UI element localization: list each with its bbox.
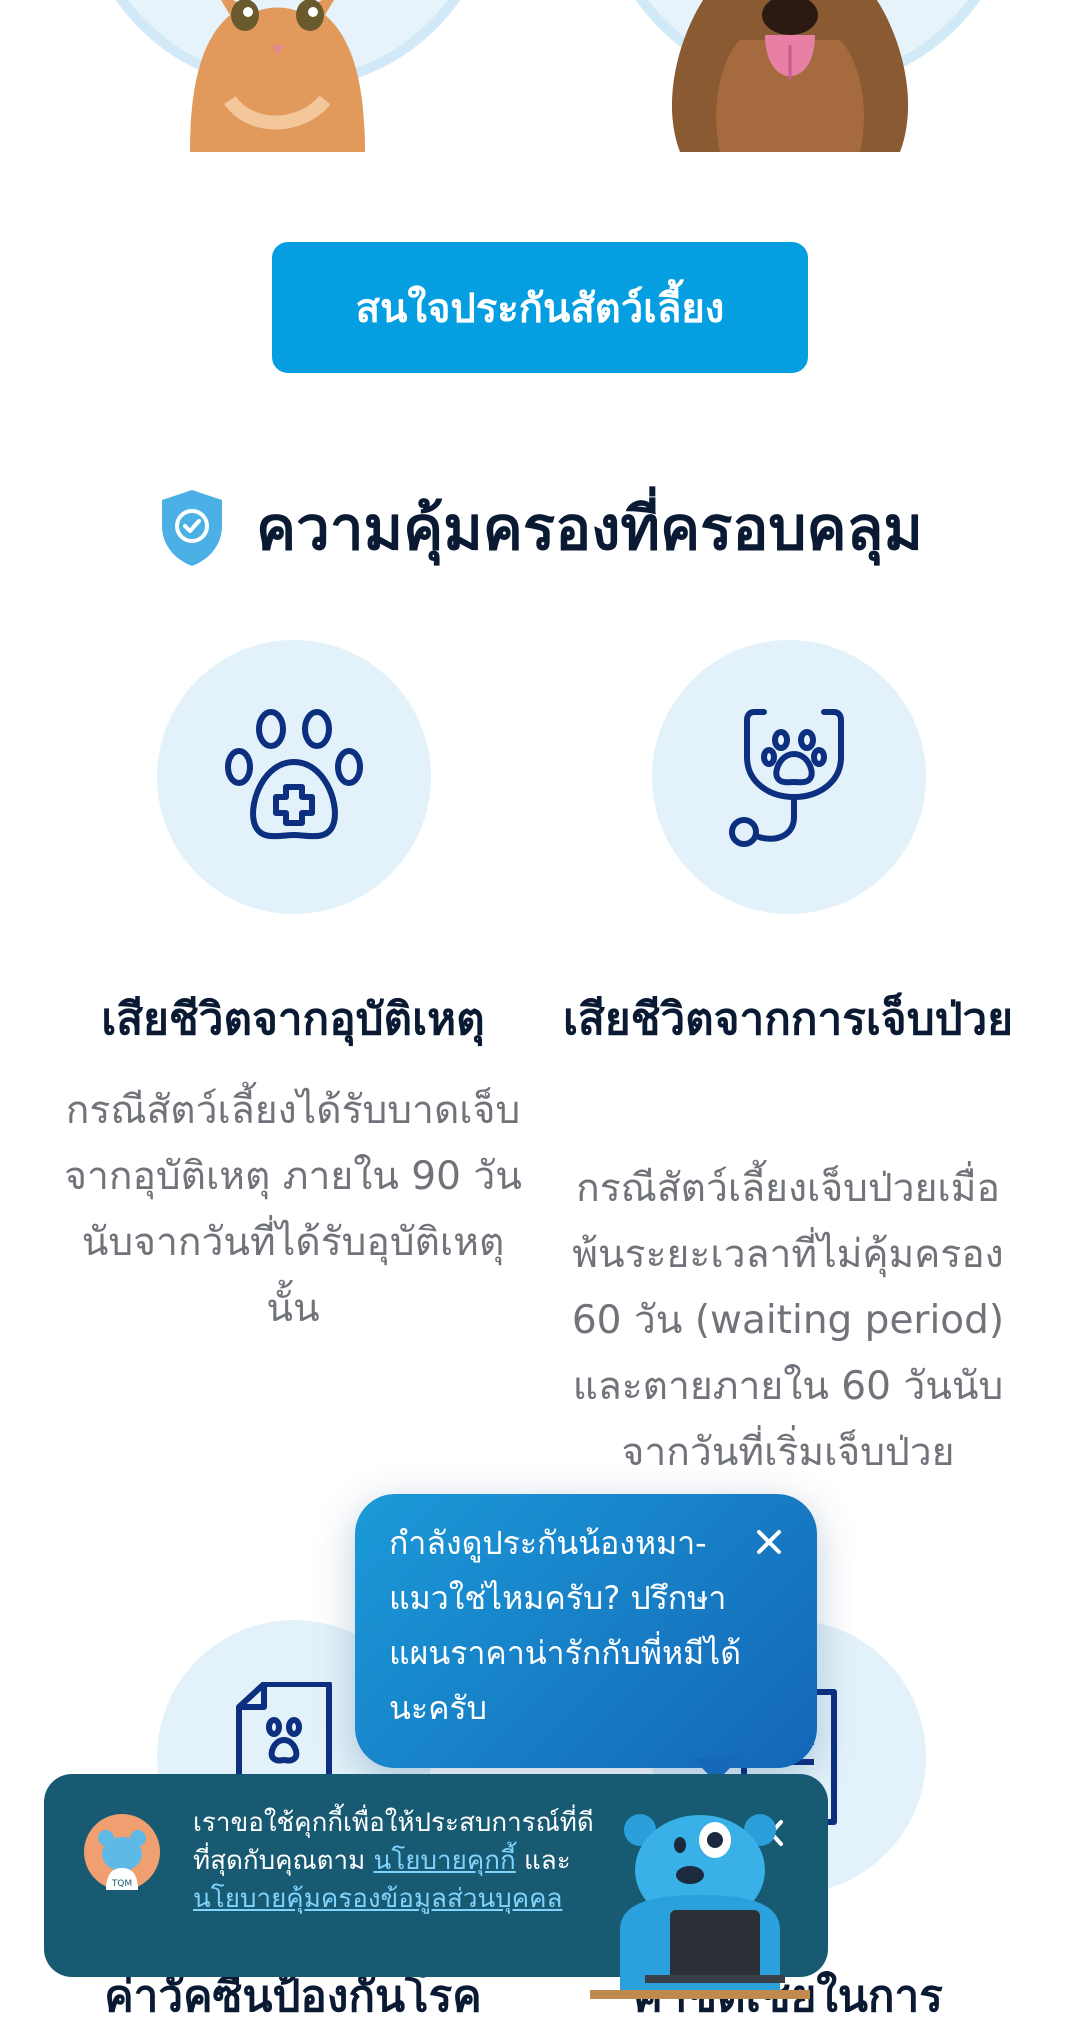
cookie-policy-link[interactable]: นโยบายคุกกี้	[374, 1846, 516, 1876]
stethoscope-paw-icon	[729, 709, 844, 847]
stethoscope-icon-circle	[652, 640, 926, 914]
cat-image	[190, 0, 365, 152]
paw-medical-icon-circle	[157, 640, 431, 914]
bear-avatar: TQM	[84, 1814, 160, 1890]
card-title-accident: เสียชีวิตจากอุบัติเหตุ	[101, 994, 485, 1045]
paw-medical-icon	[225, 709, 363, 840]
chat-message: กำลังดูประกันน้องหมา-แมวใช่ไหมครับ? ปรึก…	[389, 1524, 742, 1727]
card-desc-illness: กรณีสัตว์เลี้ยงเจ็บป่วยเมื่อพ้นระยะเวลาท…	[571, 1166, 1005, 1475]
interest-pet-insurance-button[interactable]: สนใจประกันสัตว์เลี้ยง	[272, 242, 808, 373]
cookie-text: เราขอใช้คุกกี้เพื่อให้ประสบการณ์ที่ดีที่…	[193, 1804, 613, 1918]
section-heading: ความคุ้มครองที่ครอบคลุม	[0, 478, 1081, 578]
card-title-illness: เสียชีวิตจากการเจ็บป่วย	[562, 994, 1014, 1045]
shield-check-icon	[162, 490, 223, 566]
privacy-policy-link[interactable]: นโยบายคุ้มครองข้อมูลส่วนบุคคล	[193, 1884, 562, 1914]
bear-mascot-icon: TQM	[98, 1830, 146, 1890]
bear-mascot[interactable]	[590, 1800, 810, 1999]
cookie-text-part2: และ	[515, 1846, 571, 1876]
dog-image	[671, 0, 909, 152]
close-icon[interactable]	[749, 1522, 789, 1562]
avatar-badge: TQM	[111, 1879, 132, 1889]
card-desc-accident: กรณีสัตว์เลี้ยงได้รับบาดเจ็บจากอุบัติเหต…	[64, 1088, 522, 1331]
chat-bubble[interactable]: กำลังดูประกันน้องหมา-แมวใช่ไหมครับ? ปรึก…	[355, 1494, 817, 1768]
section-title: ความคุ้มครองที่ครอบคลุม	[256, 493, 923, 564]
